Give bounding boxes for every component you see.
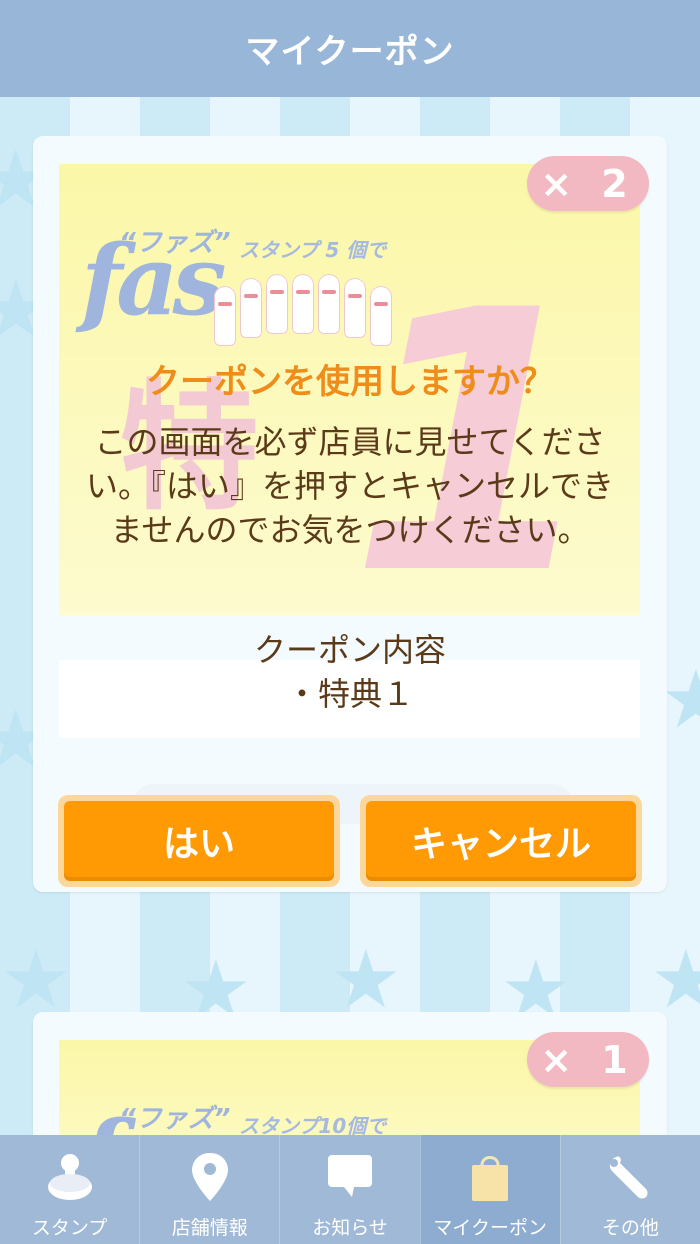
tab-my-coupon[interactable]: マイクーポン: [419, 1135, 560, 1244]
dialog-message: この画面を必ず店員に見せてください。『はい』を押すとキャンセルできませんのでお気…: [85, 423, 614, 549]
shopping-bag-icon: [472, 1156, 509, 1201]
stamp-icon: [47, 1154, 92, 1200]
coupon-content-item: ・特典１: [285, 675, 414, 713]
tab-label: お知らせ: [312, 1217, 388, 1239]
tab-label: マイクーポン: [433, 1217, 548, 1239]
tab-news[interactable]: お知らせ: [279, 1135, 419, 1244]
tab-store-info[interactable]: 店舗情報: [139, 1135, 279, 1244]
cancel-button-label: キャンセル: [366, 801, 636, 881]
tab-bar: スタンプ 店舗情報 お知らせ マイクーポン その他: [0, 1135, 700, 1244]
cancel-button[interactable]: キャンセル: [360, 795, 642, 887]
wrench-icon: [610, 1156, 648, 1199]
yes-button-label: はい: [64, 801, 334, 881]
tab-stamp[interactable]: スタンプ: [0, 1135, 139, 1244]
map-pin-icon: [191, 1153, 228, 1201]
dialog-title: クーポンを使用しますか？: [146, 362, 554, 402]
speech-bubble-icon: [328, 1155, 372, 1197]
yes-button[interactable]: はい: [58, 795, 340, 887]
tab-label: その他: [601, 1217, 659, 1239]
tab-other[interactable]: その他: [559, 1135, 700, 1244]
tab-label: スタンプ: [31, 1217, 108, 1239]
tab-label: 店舗情報: [171, 1217, 248, 1239]
coupon-content-label: クーポン内容: [253, 631, 446, 669]
use-coupon-dialog: クーポンを使用しますか？ この画面を必ず店員に見せてください。『はい』を押すとキ…: [0, 0, 700, 1244]
